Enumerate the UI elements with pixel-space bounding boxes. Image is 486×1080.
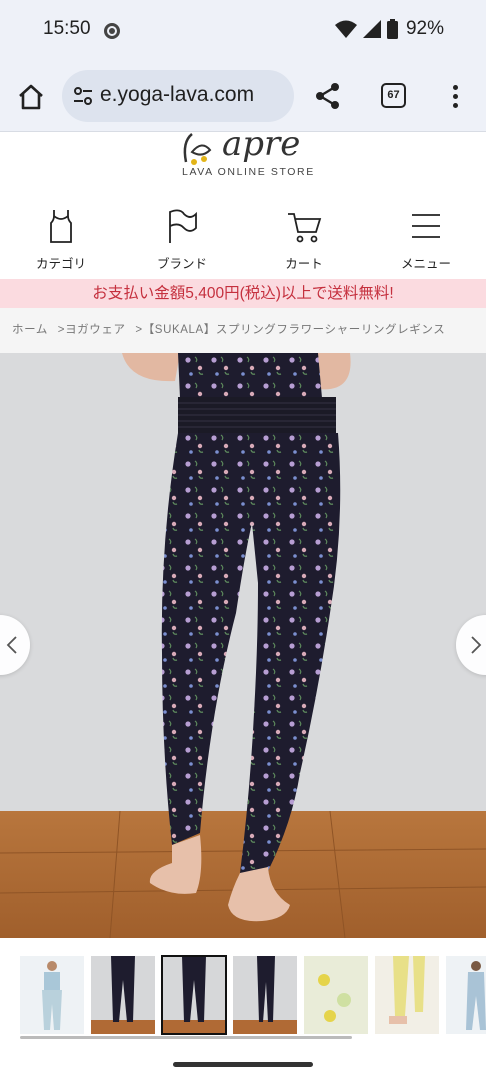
site-logo[interactable]: apre LAVA ONLINE STORE xyxy=(176,124,326,180)
thumbnail-7[interactable] xyxy=(446,956,486,1034)
thumbnail-6[interactable] xyxy=(375,956,439,1034)
menu-icon xyxy=(412,214,440,238)
nav-brand[interactable]: ブランド xyxy=(127,198,237,278)
breadcrumb-home[interactable]: ホーム xyxy=(12,324,48,336)
thumbnail-4[interactable] xyxy=(233,956,297,1034)
battery-percent: 92% xyxy=(405,18,444,39)
nav-menu[interactable]: メニュー xyxy=(371,198,481,278)
promo-banner[interactable]: お支払い金額5,400円(税込)以上で送料無料! xyxy=(0,279,486,308)
nav-menu-label: メニュー xyxy=(400,257,451,271)
logo-mark-icon xyxy=(183,133,212,165)
site-nav: カテゴリ ブランド カート メニュー xyxy=(0,198,486,278)
thumbnail-3[interactable] xyxy=(161,955,227,1035)
url-text[interactable]: e.yoga-lava.com xyxy=(100,83,254,107)
home-icon[interactable] xyxy=(16,82,46,112)
thumbnail-1[interactable] xyxy=(20,956,84,1034)
nav-category-label: カテゴリ xyxy=(35,257,86,271)
signal-icon xyxy=(362,20,381,38)
logo-text: apre xyxy=(222,124,301,164)
browser-toolbar: e.yoga-lava.com 67 xyxy=(0,60,486,132)
more-vert-icon[interactable] xyxy=(446,82,464,112)
gesture-navigation-bar[interactable] xyxy=(173,1062,313,1067)
cart-icon xyxy=(288,213,322,243)
status-time: 15:50 xyxy=(43,18,91,39)
breadcrumb-product: >【SUKALA】スプリングフラワーシャーリングレギンス xyxy=(135,324,446,336)
thumbnail-5[interactable] xyxy=(304,956,368,1034)
status-bar: 15:50 92% xyxy=(0,0,486,60)
product-photo xyxy=(0,353,486,938)
chevron-left-icon xyxy=(6,636,17,654)
status-icons: 92% xyxy=(334,18,444,40)
nav-brand-label: ブランド xyxy=(156,257,207,271)
tank-top-icon xyxy=(50,210,72,243)
nav-cart-label: カート xyxy=(285,257,323,271)
flag-icon xyxy=(169,209,197,243)
logo-subtitle: LAVA ONLINE STORE xyxy=(182,166,315,178)
address-bar[interactable]: e.yoga-lava.com xyxy=(62,70,294,122)
product-main-image[interactable] xyxy=(0,353,486,938)
chevron-right-icon xyxy=(471,636,482,654)
battery-icon xyxy=(386,19,398,39)
breadcrumb-category[interactable]: >ヨガウェア xyxy=(58,324,126,336)
nav-category[interactable]: カテゴリ xyxy=(6,198,116,278)
nav-cart[interactable]: カート xyxy=(249,198,359,278)
thumbnail-2[interactable] xyxy=(91,956,155,1034)
share-icon[interactable] xyxy=(313,81,343,111)
wifi-icon xyxy=(334,20,357,38)
site-settings-icon[interactable] xyxy=(72,85,94,107)
breadcrumb: ホーム >ヨガウェア >【SUKALA】スプリングフラワーシャーリングレギンス xyxy=(0,308,486,353)
tab-switcher-icon[interactable]: 67 xyxy=(381,83,406,108)
thumbnail-strip xyxy=(0,938,486,1042)
thumbnail-scrollbar[interactable] xyxy=(20,1036,352,1039)
chrome-icon xyxy=(104,23,120,39)
